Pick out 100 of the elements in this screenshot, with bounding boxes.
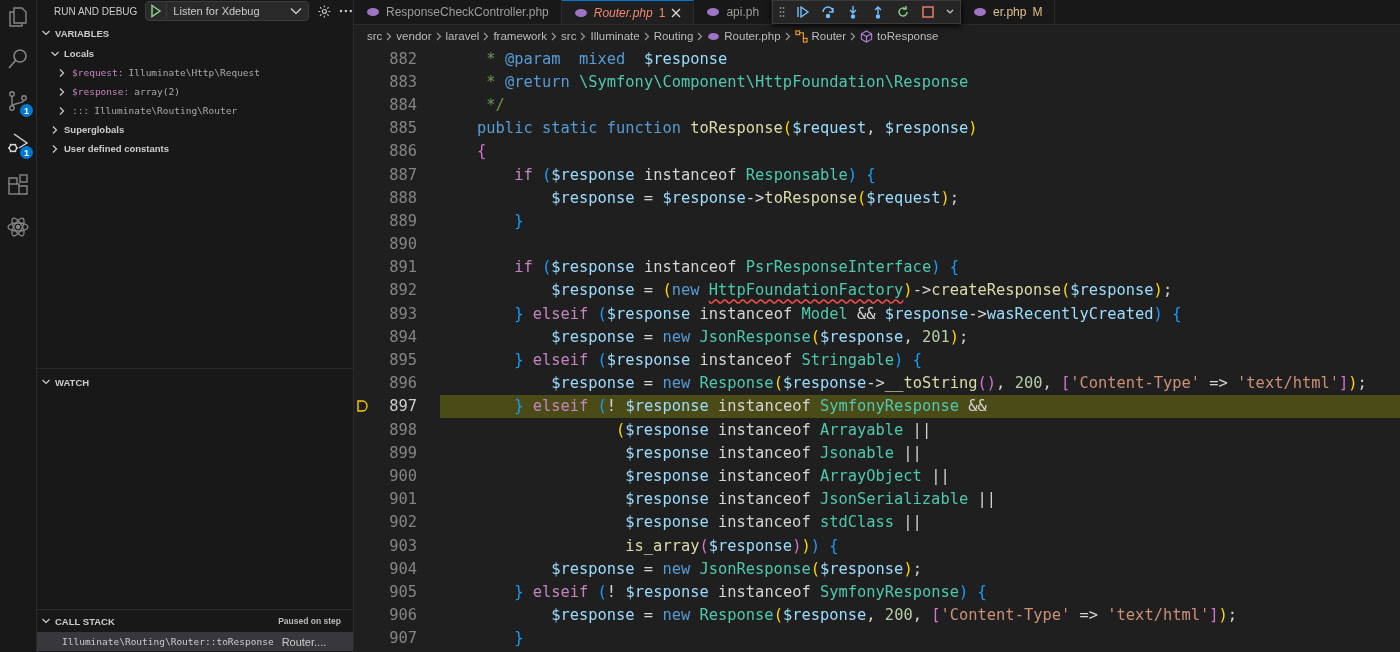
drag-handle-icon[interactable] <box>779 6 786 18</box>
breadcrumb-item[interactable]: vendor <box>396 30 432 42</box>
breadcrumb-item[interactable]: src <box>561 30 577 42</box>
line-number: 889 <box>388 211 417 230</box>
breadcrumb-item[interactable]: framework <box>493 30 548 42</box>
variables-section-header[interactable]: VARIABLES <box>37 22 353 44</box>
chevron-right-icon <box>551 31 558 41</box>
line-number: 884 <box>388 95 417 114</box>
scope-item[interactable]: Superglobals <box>37 120 353 139</box>
line-number: 892 <box>388 281 417 300</box>
breadcrumb-item[interactable]: Routing <box>653 30 694 42</box>
line-number: 904 <box>388 559 417 578</box>
line-number: 897 <box>388 397 417 416</box>
continue-icon[interactable] <box>796 5 811 19</box>
line-number: 891 <box>388 258 417 277</box>
code-line: if ($response instanceof PsrResponseInterface) { <box>513 257 960 279</box>
count-badge: 1 <box>20 104 33 117</box>
class-icon <box>794 29 808 43</box>
restart-icon[interactable] <box>896 5 911 19</box>
chevron-right-icon <box>483 31 490 41</box>
code-line: $response = (new HttpFoundationFactory)->createResponse($response); <box>550 280 1174 302</box>
chevron-right-icon[interactable] <box>57 86 67 97</box>
search-icon <box>6 47 30 71</box>
chevron-right-icon[interactable] <box>50 124 60 135</box>
line-number: 907 <box>388 629 417 648</box>
line-number: 885 <box>388 119 417 138</box>
code-line: $response instanceof ArrayObject || <box>624 465 951 487</box>
close-icon[interactable] <box>671 7 682 18</box>
code-line: ($response instanceof Arrayable || <box>615 419 933 441</box>
breadcrumb-item[interactable]: Illuminate <box>590 30 640 42</box>
chevron-right-icon <box>850 31 857 41</box>
breadcrumb-item[interactable]: toResponse <box>860 29 939 43</box>
variable-item[interactable]: $request: Illuminate\Http\Request <box>37 63 353 82</box>
line-number: 895 <box>388 351 417 370</box>
chevron-right-icon <box>643 31 650 41</box>
chevron-right-icon <box>784 31 791 41</box>
scope-item[interactable]: Locals <box>37 44 353 63</box>
code-line: } <box>513 210 525 232</box>
more-icon[interactable] <box>339 9 353 13</box>
breadcrumb-item[interactable]: laravel <box>445 30 480 42</box>
code-line: is_array($response))) { <box>624 535 840 557</box>
scope-item[interactable]: User defined constants <box>37 139 353 158</box>
code-line: $response instanceof Jsonable || <box>624 442 923 464</box>
line-number: 894 <box>388 327 417 346</box>
stop-icon[interactable] <box>921 5 936 19</box>
line-number: 882 <box>388 49 417 68</box>
code-line: $response = $response->toResponse($request); <box>550 187 960 209</box>
breadcrumb-item[interactable]: src <box>367 30 383 42</box>
run-debug-icon <box>6 131 30 155</box>
line-number: 901 <box>388 490 417 509</box>
chevron-down-icon <box>289 7 302 15</box>
chevron-right-icon <box>386 31 393 41</box>
chevron-down-icon[interactable] <box>41 616 51 626</box>
chevron-down-icon[interactable] <box>41 28 51 38</box>
chevron-right-icon[interactable] <box>50 143 60 154</box>
code-line: } elseif (! $response instanceof SymfonyResponse) { <box>513 581 988 603</box>
chevron-right-icon <box>697 31 704 41</box>
line-number: 883 <box>388 72 417 91</box>
line-number: 898 <box>388 420 417 439</box>
chevron-right-icon[interactable] <box>57 67 67 78</box>
editor-tab[interactable]: Router.php 1 <box>561 0 695 24</box>
chevron-down-icon[interactable] <box>41 377 51 387</box>
step-over-icon[interactable] <box>821 5 836 19</box>
variable-item[interactable]: $response: array(2) <box>37 82 353 101</box>
line-number: 886 <box>388 142 417 161</box>
settings-icon[interactable] <box>316 3 332 19</box>
source-control-icon <box>6 89 30 113</box>
line-number: 903 <box>388 536 417 555</box>
code-line: $response instanceof JsonSerializable || <box>624 489 997 511</box>
line-number: 899 <box>388 443 417 462</box>
call-stack-section-header[interactable]: CALL STACK Paused on step <box>37 610 353 632</box>
atom-icon <box>6 215 30 239</box>
variable-item[interactable]: ::: Illuminate\Routing\Router <box>37 101 353 120</box>
chevron-right-icon[interactable] <box>57 105 67 116</box>
line-number: 890 <box>388 235 417 254</box>
code-line: } elseif ($response instanceof Model && $response->wasRecentlyCreated) { <box>513 303 1183 325</box>
code-line: } <box>513 628 525 650</box>
editor-tab[interactable]: er.php M <box>961 0 1056 24</box>
line-number: 888 <box>388 188 417 207</box>
code-line: * @param mixed $response <box>485 48 729 70</box>
breadcrumb-item[interactable]: Router.php <box>707 30 781 42</box>
chevron-down-icon[interactable] <box>946 9 955 15</box>
watch-section-header[interactable]: WATCH <box>37 371 353 393</box>
code-line: } elseif ($response instanceof Stringable) { <box>513 350 923 372</box>
line-number: 893 <box>388 304 417 323</box>
code-line: public static function toResponse($request, $response) <box>476 118 979 140</box>
line-number: 906 <box>388 606 417 625</box>
breadcrumb-item[interactable]: Router <box>794 29 847 43</box>
line-number: 896 <box>388 374 417 393</box>
editor-tab[interactable]: ResponseCheckController.php <box>354 0 562 24</box>
code-line: $response = new JsonResponse($response, 201); <box>550 326 970 348</box>
execution-pointer-icon <box>357 400 368 413</box>
stack-frame[interactable]: Illuminate\Routing\Router::toResponse Router.... <box>37 632 353 651</box>
chevron-right-icon <box>580 31 587 41</box>
files-icon <box>6 5 30 29</box>
sidebar-title: RUN AND DEBUG <box>54 5 138 17</box>
cube-icon <box>860 29 874 43</box>
code-line: if ($response instanceof Responsable) { <box>513 164 877 186</box>
configuration-dropdown[interactable]: Listen for Xdebug <box>145 1 309 21</box>
line-number: 902 <box>388 513 417 532</box>
